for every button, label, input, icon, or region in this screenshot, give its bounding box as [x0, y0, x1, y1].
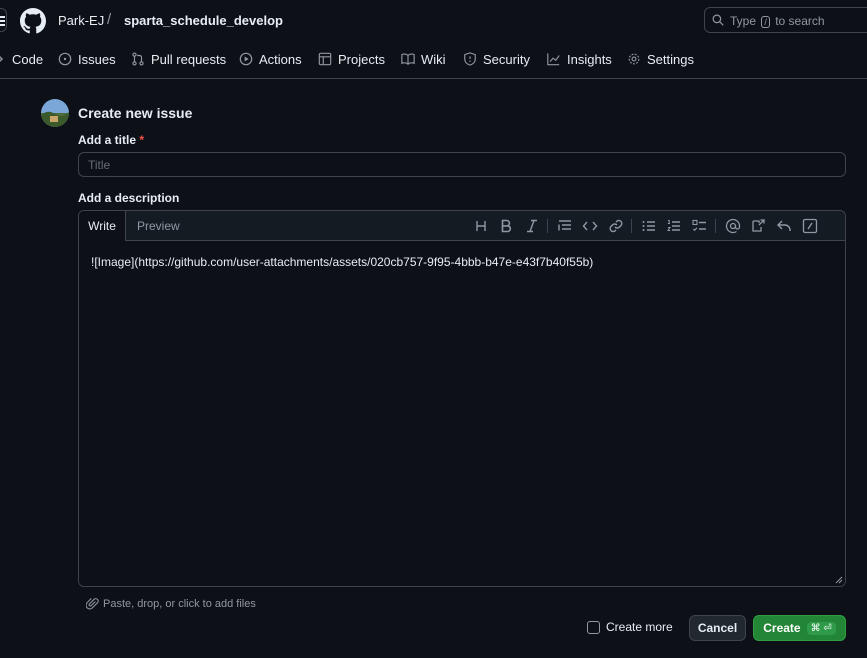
- tab-projects[interactable]: Projects: [318, 50, 385, 68]
- tab-actions[interactable]: Actions: [239, 50, 302, 68]
- tab-pull-requests[interactable]: Pull requests: [131, 50, 226, 68]
- create-button[interactable]: Create ⌘ ⏎: [753, 615, 846, 641]
- menu-button[interactable]: [0, 8, 7, 32]
- unordered-list-icon[interactable]: [641, 218, 657, 234]
- avatar[interactable]: [41, 99, 69, 127]
- formatting-tools: [473, 218, 839, 234]
- shield-icon: [464, 52, 476, 66]
- create-more-checkbox[interactable]: Create more: [587, 620, 673, 634]
- issue-opened-icon: [58, 52, 72, 66]
- header-divider: [0, 78, 867, 79]
- code-icon[interactable]: [582, 218, 598, 234]
- git-pull-request-icon: [132, 52, 144, 66]
- search-input[interactable]: Type / to search: [704, 7, 867, 33]
- quote-icon[interactable]: [557, 218, 573, 234]
- task-list-icon[interactable]: [692, 218, 708, 234]
- graph-icon: [547, 53, 560, 66]
- tab-wiki[interactable]: Wiki: [401, 50, 446, 68]
- required-mark: *: [139, 133, 145, 147]
- slash-commands-icon[interactable]: [802, 218, 818, 234]
- description-text: ![Image](https://github.com/user-attachm…: [91, 255, 594, 269]
- mention-icon[interactable]: [725, 218, 741, 234]
- code-icon: [0, 55, 4, 63]
- tab-security[interactable]: Security: [463, 50, 530, 68]
- top-bar: Park-EJ / sparta_schedule_develop Type /…: [0, 0, 867, 40]
- title-label: Add a title *: [78, 133, 145, 147]
- search-placeholder: Type / to search: [730, 14, 825, 28]
- tab-insights[interactable]: Insights: [546, 50, 612, 68]
- repo-owner-link[interactable]: Park-EJ: [58, 13, 104, 28]
- description-textarea[interactable]: ![Image](https://github.com/user-attachm…: [79, 241, 845, 586]
- description-editor: Write Preview ![Image](https://github.co…: [78, 210, 846, 587]
- resize-handle-icon[interactable]: [835, 576, 843, 584]
- italic-icon[interactable]: [524, 218, 540, 234]
- tab-settings[interactable]: Settings: [627, 50, 694, 68]
- title-input[interactable]: [78, 152, 846, 177]
- breadcrumb-separator: /: [107, 11, 112, 28]
- reply-icon[interactable]: [776, 218, 792, 234]
- create-more-checkbox-box[interactable]: [587, 620, 600, 634]
- play-icon: [239, 52, 253, 66]
- tab-issues[interactable]: Issues: [58, 50, 116, 68]
- github-logo-icon[interactable]: [20, 8, 46, 34]
- link-icon[interactable]: [608, 218, 624, 234]
- tab-code[interactable]: Code: [0, 50, 43, 68]
- cross-reference-icon[interactable]: [750, 218, 766, 234]
- create-shortcut: ⌘ ⏎: [806, 621, 836, 635]
- book-icon: [401, 53, 415, 66]
- tab-preview[interactable]: Preview: [137, 211, 180, 241]
- cancel-button[interactable]: Cancel: [689, 615, 746, 641]
- search-icon: [712, 14, 724, 26]
- ordered-list-icon[interactable]: [666, 218, 682, 234]
- repo-name-link[interactable]: sparta_schedule_develop: [124, 13, 283, 28]
- description-label: Add a description: [78, 191, 180, 205]
- repo-nav: Code Issues Pull requests Actions Projec…: [0, 44, 867, 74]
- gear-icon: [628, 53, 640, 65]
- page-title: Create new issue: [78, 105, 193, 121]
- paperclip-icon: [86, 598, 99, 610]
- editor-toolbar: Write Preview: [79, 211, 845, 241]
- table-icon: [318, 52, 332, 66]
- bold-icon[interactable]: [498, 218, 514, 234]
- tab-write[interactable]: Write: [79, 211, 126, 241]
- heading-icon[interactable]: [473, 218, 489, 234]
- attach-files-button[interactable]: Paste, drop, or click to add files: [86, 597, 256, 610]
- search-shortcut-key: /: [761, 16, 770, 28]
